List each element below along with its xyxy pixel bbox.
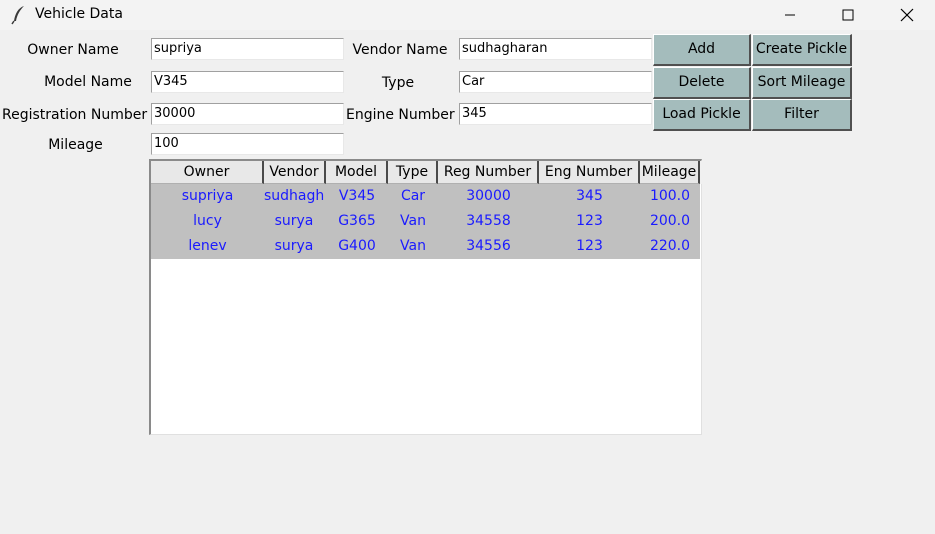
- feather-icon: [10, 5, 28, 25]
- registration-number-label: Registration Number: [2, 107, 148, 123]
- column-header-vendor[interactable]: Vendor: [264, 161, 326, 184]
- close-button[interactable]: [884, 0, 930, 30]
- cell-reg-number: 34558: [466, 213, 511, 229]
- table-row[interactable]: lenev surya G400 Van 34556 123 220.0: [151, 234, 700, 259]
- vendor-name-label: Vendor Name: [352, 42, 448, 58]
- type-label: Type: [381, 75, 415, 91]
- cell-model: V345: [338, 188, 376, 204]
- cell-type: Van: [400, 213, 426, 229]
- filter-button[interactable]: Filter: [752, 99, 852, 131]
- cell-eng-number: 123: [576, 213, 603, 229]
- cell-vendor: surya: [274, 213, 314, 229]
- cell-model: G365: [338, 213, 376, 229]
- maximize-button[interactable]: [825, 0, 871, 30]
- model-name-label: Model Name: [44, 74, 132, 90]
- column-header-eng-number[interactable]: Eng Number: [539, 161, 640, 184]
- mileage-label: Mileage: [48, 137, 103, 153]
- table-header: Owner Vendor Model Type Reg Number Eng N…: [151, 161, 702, 184]
- cell-reg-number: 34556: [466, 238, 511, 254]
- sort-mileage-button[interactable]: Sort Mileage: [752, 67, 852, 99]
- title-bar: Vehicle Data: [0, 0, 935, 30]
- cell-mileage: 100.0: [649, 188, 691, 204]
- table-row[interactable]: lucy surya G365 Van 34558 123 200.0: [151, 209, 700, 234]
- cell-eng-number: 345: [576, 188, 603, 204]
- close-icon: [900, 8, 914, 22]
- cell-mileage: 200.0: [649, 213, 691, 229]
- cell-mileage: 220.0: [649, 238, 691, 254]
- load-pickle-button[interactable]: Load Pickle: [653, 99, 751, 131]
- column-header-model[interactable]: Model: [326, 161, 388, 184]
- model-name-input[interactable]: V345: [151, 71, 344, 93]
- column-header-owner[interactable]: Owner: [151, 161, 264, 184]
- vehicle-table[interactable]: Owner Vendor Model Type Reg Number Eng N…: [149, 159, 702, 435]
- cell-vendor: sudhagh: [264, 188, 324, 204]
- cell-vendor: surya: [274, 238, 314, 254]
- delete-button[interactable]: Delete: [653, 67, 751, 99]
- cell-owner: supriya: [181, 188, 234, 204]
- engine-number-label: Engine Number: [346, 107, 455, 123]
- owner-name-input[interactable]: supriya: [151, 38, 344, 60]
- engine-number-input[interactable]: 345: [459, 103, 652, 125]
- cell-reg-number: 30000: [466, 188, 511, 204]
- cell-model: G400: [338, 238, 376, 254]
- cell-type: Van: [400, 238, 426, 254]
- window-title: Vehicle Data: [35, 6, 123, 22]
- owner-name-label: Owner Name: [27, 42, 119, 58]
- cell-owner: lenev: [188, 238, 227, 254]
- minimize-icon: [784, 9, 796, 21]
- column-header-type[interactable]: Type: [388, 161, 438, 184]
- minimize-button[interactable]: [767, 0, 813, 30]
- cell-owner: lucy: [193, 213, 222, 229]
- create-pickle-button[interactable]: Create Pickle: [752, 34, 852, 66]
- add-button[interactable]: Add: [653, 34, 751, 66]
- maximize-icon: [842, 9, 854, 21]
- type-input[interactable]: Car: [459, 71, 652, 93]
- cell-eng-number: 123: [576, 238, 603, 254]
- registration-number-input[interactable]: 30000: [151, 103, 344, 125]
- mileage-input[interactable]: 100: [151, 133, 344, 155]
- column-header-mileage[interactable]: Mileage: [640, 161, 700, 184]
- column-header-reg-number[interactable]: Reg Number: [438, 161, 539, 184]
- vendor-name-input[interactable]: sudhagharan: [459, 38, 652, 60]
- table-row[interactable]: supriya sudhagh V345 Car 30000 345 100.0: [151, 184, 700, 209]
- cell-type: Car: [400, 188, 426, 204]
